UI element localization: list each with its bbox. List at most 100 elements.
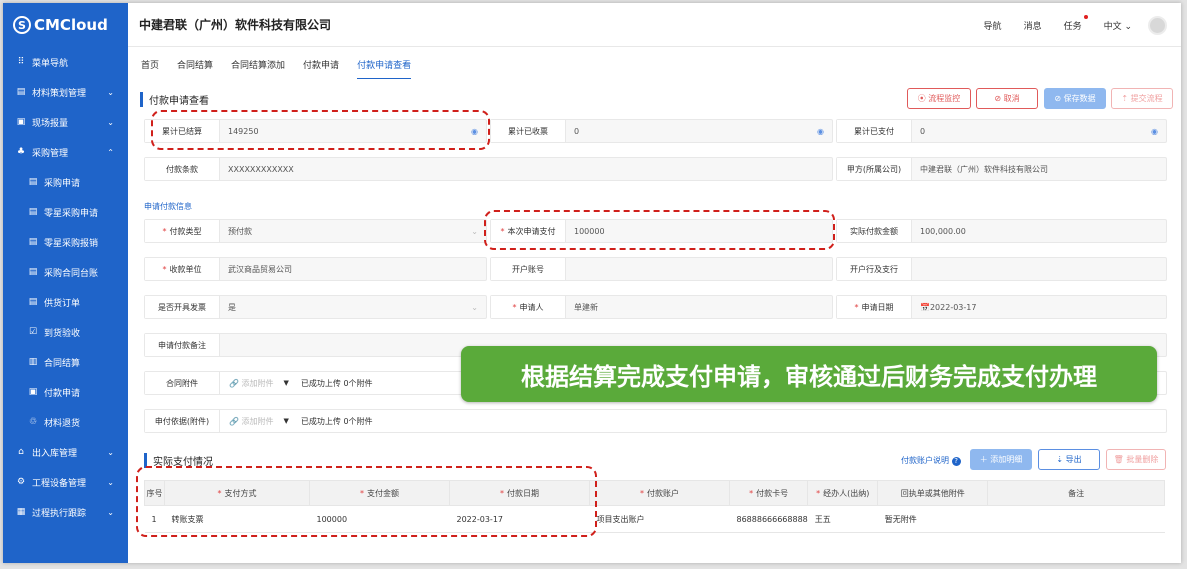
date-label-wrap: * 申请日期	[837, 296, 912, 318]
batch-delete-button[interactable]: 🗑 批量删除	[1106, 449, 1166, 470]
highlight-settled	[151, 110, 490, 150]
sidebar-item-label: 出入库管理	[32, 448, 78, 459]
required-mark: *	[512, 302, 517, 312]
sidebar-item[interactable]: ▤ 采购合同台账	[3, 257, 128, 287]
caret-down-icon[interactable]: ▼	[284, 379, 289, 387]
add-detail-button[interactable]: ＋ 添加明细	[970, 449, 1032, 470]
tab[interactable]: 付款申请	[303, 58, 339, 71]
sidebar-item[interactable]: ♲ 材料退货	[3, 407, 128, 437]
sidebar-item[interactable]: ▤ 材料策划管理 ⌄	[3, 77, 128, 107]
chevron-down-icon: ⌄	[471, 302, 478, 312]
basis-attachment-field: 申付依据(附件) 🔗 添加附件 ▼ 已成功上传 0个附件	[144, 409, 1167, 433]
invoice-select[interactable]: 是否开具发票 是 ⌄	[144, 295, 487, 319]
form-icon: ▤	[28, 207, 38, 217]
tasks-link[interactable]: 任务	[1063, 14, 1088, 32]
sidebar-item[interactable]: ⌂ 出入库管理 ⌄	[3, 437, 128, 467]
sidebar-item[interactable]: ▣ 现场报量 ⌄	[3, 107, 128, 137]
sidebar-item[interactable]: ⠿ 菜单导航	[3, 47, 128, 77]
sidebar-item[interactable]: ▤ 零星采购申请	[3, 197, 128, 227]
column-header: * 经办人(出纳)	[807, 480, 879, 506]
list-icon: ▤	[28, 297, 38, 307]
sidebar-item[interactable]: ▤ 供货订单	[3, 287, 128, 317]
column-header: 备注	[987, 480, 1165, 506]
sidebar-item[interactable]: ▤ 零星采购报销	[3, 227, 128, 257]
account-note-label: 付款账户说明	[901, 456, 949, 465]
apply-date-field[interactable]: * 申请日期 📅2022-03-17	[836, 295, 1167, 319]
tab[interactable]: 首页	[141, 58, 159, 71]
caret-down-icon[interactable]: ▼	[284, 417, 289, 425]
sidebar-item-label: 工程设备管理	[32, 478, 87, 489]
sidebar-item-label: 材料策划管理	[32, 88, 87, 99]
actual-label: 实际付款金额	[837, 220, 912, 242]
export-button[interactable]: ⇣ 导出	[1038, 449, 1100, 470]
type-label-wrap: * 付款类型	[145, 220, 220, 242]
sidebar-item[interactable]: ▥ 合同结算	[3, 347, 128, 377]
payee-value: 武汉商品贸易公司	[228, 264, 292, 274]
payment-type-select[interactable]: * 付款类型 预付款 ⌄	[144, 219, 487, 243]
sidebar: S CMCloud ⠿ 菜单导航 ▤ 材料策划管理 ⌄ ▣ 现场报量 ⌄ ♣ 采购管理 ⌃ ▤ 采购申请…	[3, 3, 128, 563]
add-attachment-button[interactable]: 🔗 添加附件	[229, 416, 274, 427]
notification-dot-icon	[1083, 14, 1088, 19]
header-actions: 导航 消息 任务 中文 ⌄	[962, 3, 1167, 47]
invoice-label: 是否开具发票	[145, 296, 220, 318]
tasks-label: 任务	[1063, 21, 1082, 32]
column-header: * 付款卡号	[728, 480, 809, 506]
sidebar-item[interactable]: ⚙ 工程设备管理 ⌄	[3, 467, 128, 497]
account-number-field[interactable]: 开户账号	[490, 257, 833, 281]
table-cell: 项目支出账户	[589, 505, 730, 533]
brand-logo[interactable]: S CMCloud	[3, 3, 128, 47]
language-select[interactable]: 中文 ⌄	[1104, 19, 1132, 32]
highlight-payment-rows	[136, 466, 597, 537]
table-cell: 86888666668888	[729, 505, 808, 533]
bank-branch-field[interactable]: 开户行及支行	[836, 257, 1167, 281]
account-label: 开户账号	[491, 258, 566, 280]
payee-field[interactable]: * 收款单位 武汉商品贸易公司	[144, 257, 487, 281]
cancel-button[interactable]: ⊘ 取消	[976, 88, 1038, 109]
tab[interactable]: 合同结算添加	[231, 58, 285, 71]
tab[interactable]: 合同结算	[177, 58, 213, 71]
required-mark: *	[816, 488, 821, 498]
account-note-link[interactable]: 付款账户说明 ?	[901, 455, 961, 466]
paid-label: 累计已支付	[837, 120, 912, 142]
process-monitor-button[interactable]: ⦿ 流程监控	[907, 88, 971, 109]
nav-link[interactable]: 导航	[984, 19, 1002, 32]
add-attachment-button[interactable]: 🔗 添加附件	[229, 378, 274, 389]
form-icon: ▤	[28, 177, 38, 187]
date-value: 📅2022-03-17	[920, 302, 977, 312]
submit-process-button[interactable]: ⇡ 提交流程	[1111, 88, 1173, 109]
breadcrumb-tabs: 首页 合同结算 合同结算添加 付款申请 付款申请查看	[128, 47, 1181, 81]
company-title: 中建君联（广州）软件科技有限公司	[139, 18, 332, 32]
avatar[interactable]	[1148, 15, 1167, 35]
app-window: S CMCloud ⠿ 菜单导航 ▤ 材料策划管理 ⌄ ▣ 现场报量 ⌄ ♣ 采购管理 ⌃ ▤ 采购申请…	[3, 3, 1181, 563]
party-value: 中建君联（广州）软件科技有限公司	[920, 164, 1048, 174]
type-value: 预付款	[228, 226, 252, 236]
sidebar-item[interactable]: ♣ 采购管理 ⌃	[3, 137, 128, 167]
received-label: 累计已收票	[491, 120, 566, 142]
sidebar-item[interactable]: ☑ 到货验收	[3, 317, 128, 347]
sidebar-item-label: 现场报量	[32, 118, 69, 129]
eye-icon[interactable]: ◉	[817, 127, 824, 136]
column-label: 备注	[1068, 488, 1085, 498]
eye-icon[interactable]: ◉	[1151, 127, 1158, 136]
top-header: 中建君联（广州）软件科技有限公司 导航 消息 任务 中文 ⌄	[128, 3, 1181, 47]
sidebar-item[interactable]: ▤ 采购申请	[3, 167, 128, 197]
date-label: 申请日期	[861, 302, 894, 312]
sidebar-item-label: 零星采购报销	[44, 238, 99, 249]
required-mark: *	[749, 488, 754, 498]
paid-value: 0	[920, 126, 926, 136]
column-label: 经办人(出纳)	[823, 488, 870, 498]
sidebar-item[interactable]: ▣ 付款申请	[3, 377, 128, 407]
save-data-button[interactable]: ⊘ 保存数据	[1044, 88, 1106, 109]
party-a-field: 甲方(所属公司) 中建君联（广州）软件科技有限公司	[836, 157, 1167, 181]
payee-label: 收款单位	[169, 264, 202, 274]
chevron-icon: ⌄	[107, 447, 114, 457]
report-icon: ▣	[16, 117, 26, 127]
applicant-field[interactable]: * 申请人 单建新	[490, 295, 833, 319]
sidebar-item-label: 零星采购申请	[44, 208, 99, 219]
messages-link[interactable]: 消息	[1024, 19, 1042, 32]
tab[interactable]: 付款申请查看	[357, 58, 412, 79]
form-icon: ▤	[28, 267, 38, 277]
sidebar-item[interactable]: ▦ 过程执行跟踪 ⌄	[3, 497, 128, 527]
applicant-value: 单建新	[574, 302, 598, 312]
gear-icon: ⚙	[16, 477, 26, 487]
